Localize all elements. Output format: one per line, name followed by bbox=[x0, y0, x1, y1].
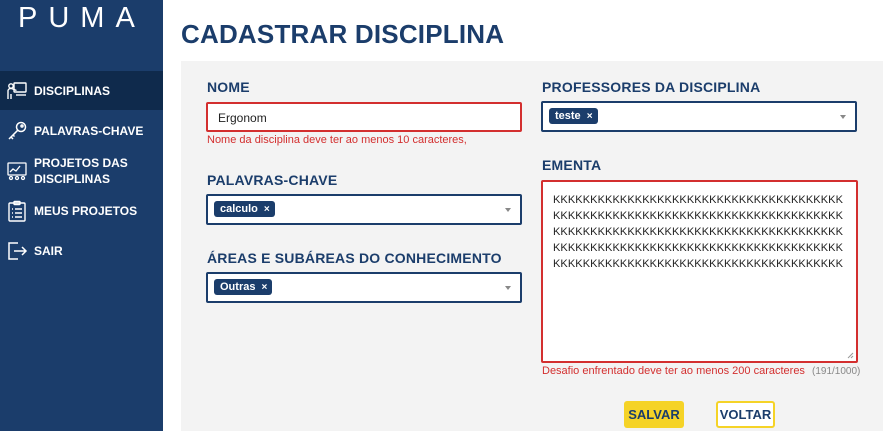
clipboard-list-icon bbox=[6, 200, 28, 222]
page-title: CADASTRAR DISCIPLINA bbox=[181, 19, 505, 49]
sidebar-item-label: PROJETOS DAS DISCIPLINAS bbox=[34, 155, 128, 187]
chip-remove-icon[interactable]: × bbox=[587, 111, 593, 122]
professores-select[interactable]: teste × bbox=[541, 101, 857, 132]
chevron-down-icon[interactable] bbox=[505, 207, 511, 212]
app-root: PUMA DISCIPLINAS PALAVRAS-CHAVE PROJETOS… bbox=[0, 0, 886, 431]
resize-handle-icon[interactable] bbox=[846, 351, 854, 359]
sidebar: PUMA DISCIPLINAS PALAVRAS-CHAVE PROJETOS… bbox=[0, 0, 163, 431]
nome-label: NOME bbox=[207, 79, 250, 95]
chip-label: calculo bbox=[220, 203, 258, 215]
palavra-chave-chip: calculo × bbox=[214, 201, 275, 217]
chevron-down-icon[interactable] bbox=[505, 285, 511, 290]
palavras-chave-select[interactable]: calculo × bbox=[206, 194, 522, 225]
chip-label: teste bbox=[555, 110, 581, 122]
logout-icon bbox=[6, 240, 28, 262]
back-button[interactable]: VOLTAR bbox=[716, 401, 775, 428]
sidebar-item-label-line1: PROJETOS DAS bbox=[34, 156, 128, 170]
sidebar-item-disciplinas[interactable]: DISCIPLINAS bbox=[0, 71, 163, 110]
projects-board-icon bbox=[6, 160, 28, 182]
chip-remove-icon[interactable]: × bbox=[264, 204, 270, 215]
chevron-down-icon[interactable] bbox=[840, 114, 846, 119]
sidebar-item-meus-projetos[interactable]: MEUS PROJETOS bbox=[0, 198, 163, 224]
teacher-board-icon bbox=[6, 80, 28, 102]
ementa-textarea-value: KKKKKKKKKKKKKKKKKKKKKKKKKKKKKKKKKKKKKKKK… bbox=[553, 194, 844, 270]
save-button[interactable]: SALVAR bbox=[624, 401, 684, 428]
ementa-textarea[interactable]: KKKKKKKKKKKKKKKKKKKKKKKKKKKKKKKKKKKKKKKK… bbox=[541, 180, 858, 363]
sidebar-item-projetos-das-disciplinas[interactable]: PROJETOS DAS DISCIPLINAS bbox=[0, 154, 163, 188]
areas-select[interactable]: Outras × bbox=[206, 272, 522, 303]
chip-remove-icon[interactable]: × bbox=[261, 282, 267, 293]
sidebar-item-label: MEUS PROJETOS bbox=[34, 204, 138, 218]
brand-logo: PUMA bbox=[18, 2, 146, 34]
sidebar-item-label: PALAVRAS-CHAVE bbox=[34, 124, 144, 138]
sidebar-item-sair[interactable]: SAIR bbox=[0, 238, 163, 264]
ementa-error-message: Desafio enfrentado deve ter ao menos 200… bbox=[542, 365, 805, 377]
ementa-label: EMENTA bbox=[542, 157, 602, 173]
sidebar-item-label-line2: DISCIPLINAS bbox=[34, 172, 111, 186]
chip-label: Outras bbox=[220, 281, 256, 293]
palavras-chave-label: PALAVRAS-CHAVE bbox=[207, 172, 338, 188]
nome-input-value: Ergonom bbox=[218, 111, 267, 125]
key-icon bbox=[6, 120, 28, 142]
professor-chip: teste × bbox=[549, 108, 598, 124]
nome-input[interactable]: Ergonom bbox=[206, 102, 522, 132]
sidebar-item-label: DISCIPLINAS bbox=[34, 83, 111, 98]
nome-error-message: Nome da disciplina deve ter ao menos 10 … bbox=[207, 134, 467, 146]
sidebar-item-palavras-chave[interactable]: PALAVRAS-CHAVE bbox=[0, 118, 163, 144]
ementa-char-counter: (191/1000) bbox=[812, 366, 861, 377]
form-panel: NOME Ergonom Nome da disciplina deve ter… bbox=[181, 61, 883, 431]
areas-label: ÁREAS E SUBÁREAS DO CONHECIMENTO bbox=[207, 250, 502, 266]
professores-label: PROFESSORES DA DISCIPLINA bbox=[542, 79, 761, 95]
sidebar-item-label: SAIR bbox=[34, 244, 63, 258]
area-chip: Outras × bbox=[214, 279, 273, 295]
